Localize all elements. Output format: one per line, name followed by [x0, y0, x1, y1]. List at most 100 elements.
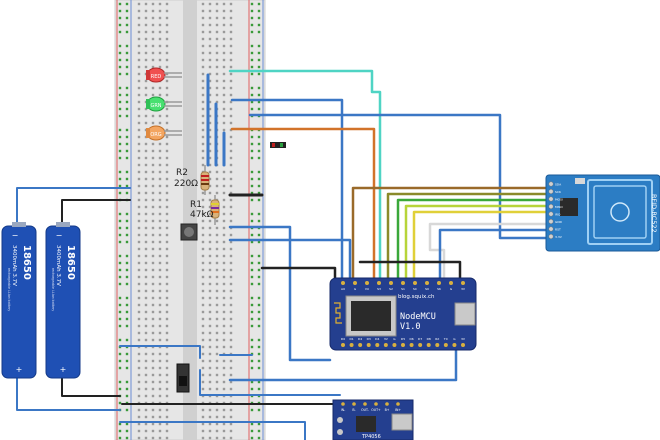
breadboard-hole — [151, 149, 155, 153]
breadboard-hole — [165, 359, 169, 363]
nodemcu-top-pin — [461, 281, 465, 285]
breadboard-hole — [215, 37, 219, 41]
breadboard-hole — [118, 184, 122, 188]
breadboard-hole — [201, 261, 205, 265]
breadboard-hole — [229, 247, 233, 251]
breadboard-hole — [250, 345, 254, 349]
breadboard-hole — [144, 268, 148, 272]
nodemcu-bottom-pin-label: D1 — [349, 337, 353, 341]
breadboard-hole — [165, 177, 169, 181]
breadboard-hole — [229, 184, 233, 188]
breadboard-hole — [201, 205, 205, 209]
breadboard-hole — [222, 177, 226, 181]
breadboard-hole — [125, 156, 129, 160]
breadboard-hole — [137, 247, 141, 251]
breadboard-hole — [125, 303, 129, 307]
breadboard-hole — [222, 338, 226, 342]
breadboard-hole — [257, 170, 261, 174]
breadboard-hole — [125, 219, 129, 223]
breadboard-hole — [208, 345, 212, 349]
breadboard-hole — [250, 436, 254, 440]
breadboard-hole — [137, 352, 141, 356]
small-jumper-header — [270, 142, 286, 148]
breadboard-hole — [229, 51, 233, 55]
breadboard-hole — [229, 177, 233, 181]
breadboard-hole — [208, 51, 212, 55]
breadboard-hole — [151, 415, 155, 419]
nodemcu-bottom-pin — [426, 343, 431, 347]
charger-pin — [385, 402, 389, 406]
breadboard-hole — [144, 233, 148, 237]
breadboard-hole — [144, 44, 148, 48]
breadboard-hole — [165, 93, 169, 97]
breadboard-hole — [144, 79, 148, 83]
breadboard-hole — [222, 366, 226, 370]
breadboard-hole — [201, 226, 205, 230]
breadboard-hole — [165, 30, 169, 34]
breadboard-hole — [201, 422, 205, 426]
breadboard-hole — [208, 373, 212, 377]
battery-right-minus-sign: − — [56, 231, 63, 240]
breadboard-hole — [118, 254, 122, 258]
breadboard-hole — [158, 170, 162, 174]
breadboard-hole — [165, 212, 169, 216]
breadboard-hole — [208, 359, 212, 363]
breadboard-hole — [137, 422, 141, 426]
breadboard-hole — [208, 415, 212, 419]
breadboard-hole — [250, 135, 254, 139]
breadboard-hole — [158, 2, 162, 6]
breadboard-hole — [118, 156, 122, 160]
breadboard-hole — [201, 275, 205, 279]
breadboard-hole — [229, 86, 233, 90]
breadboard-hole — [229, 387, 233, 391]
breadboard-hole — [165, 394, 169, 398]
breadboard-hole — [222, 93, 226, 97]
battery-18650-left: 18650 3400mAh 3.7V rechargeable Li-ion b… — [1, 222, 37, 379]
charger-pin — [363, 402, 367, 406]
breadboard-hole — [208, 282, 212, 286]
breadboard-hole — [165, 247, 169, 251]
breadboard-hole — [144, 338, 148, 342]
rfid-pin — [548, 226, 554, 232]
breadboard-hole — [118, 387, 122, 391]
breadboard-hole — [257, 9, 261, 13]
breadboard-hole — [125, 128, 129, 132]
breadboard-hole — [137, 184, 141, 188]
breadboard-hole — [222, 268, 226, 272]
breadboard-hole — [229, 156, 233, 160]
breadboard-hole — [137, 86, 141, 90]
breadboard-hole — [125, 149, 129, 153]
breadboard-hole — [158, 310, 162, 314]
breadboard-hole — [144, 380, 148, 384]
breadboard-hole — [229, 254, 233, 258]
breadboard-hole — [137, 114, 141, 118]
breadboard-hole — [144, 163, 148, 167]
charger-pin — [352, 402, 356, 406]
nodemcu-bottom-pin-label: D0 — [341, 337, 345, 341]
breadboard-hole — [158, 212, 162, 216]
breadboard-hole — [201, 282, 205, 286]
breadboard-hole — [137, 2, 141, 6]
breadboard-hole — [137, 436, 141, 440]
breadboard-hole — [144, 324, 148, 328]
breadboard-hole — [229, 338, 233, 342]
breadboard-hole — [144, 303, 148, 307]
breadboard-hole — [144, 408, 148, 412]
breadboard-hole — [165, 261, 169, 265]
breadboard-hole — [229, 93, 233, 97]
breadboard-hole — [118, 317, 122, 321]
wire-black-gnd-mcu — [260, 266, 337, 282]
slide-switch-knob — [179, 376, 187, 386]
rfid-pin-label: 3.3V — [555, 235, 563, 239]
breadboard-hole — [222, 429, 226, 433]
breadboard-hole — [137, 317, 141, 321]
breadboard-hole — [158, 247, 162, 251]
led-red-rim — [146, 70, 150, 80]
breadboard-hole — [222, 128, 226, 132]
breadboard-hole — [165, 275, 169, 279]
breadboard-hole — [165, 114, 169, 118]
breadboard-hole — [201, 121, 205, 125]
breadboard-hole — [222, 170, 226, 174]
breadboard-hole — [208, 247, 212, 251]
breadboard-hole — [118, 128, 122, 132]
